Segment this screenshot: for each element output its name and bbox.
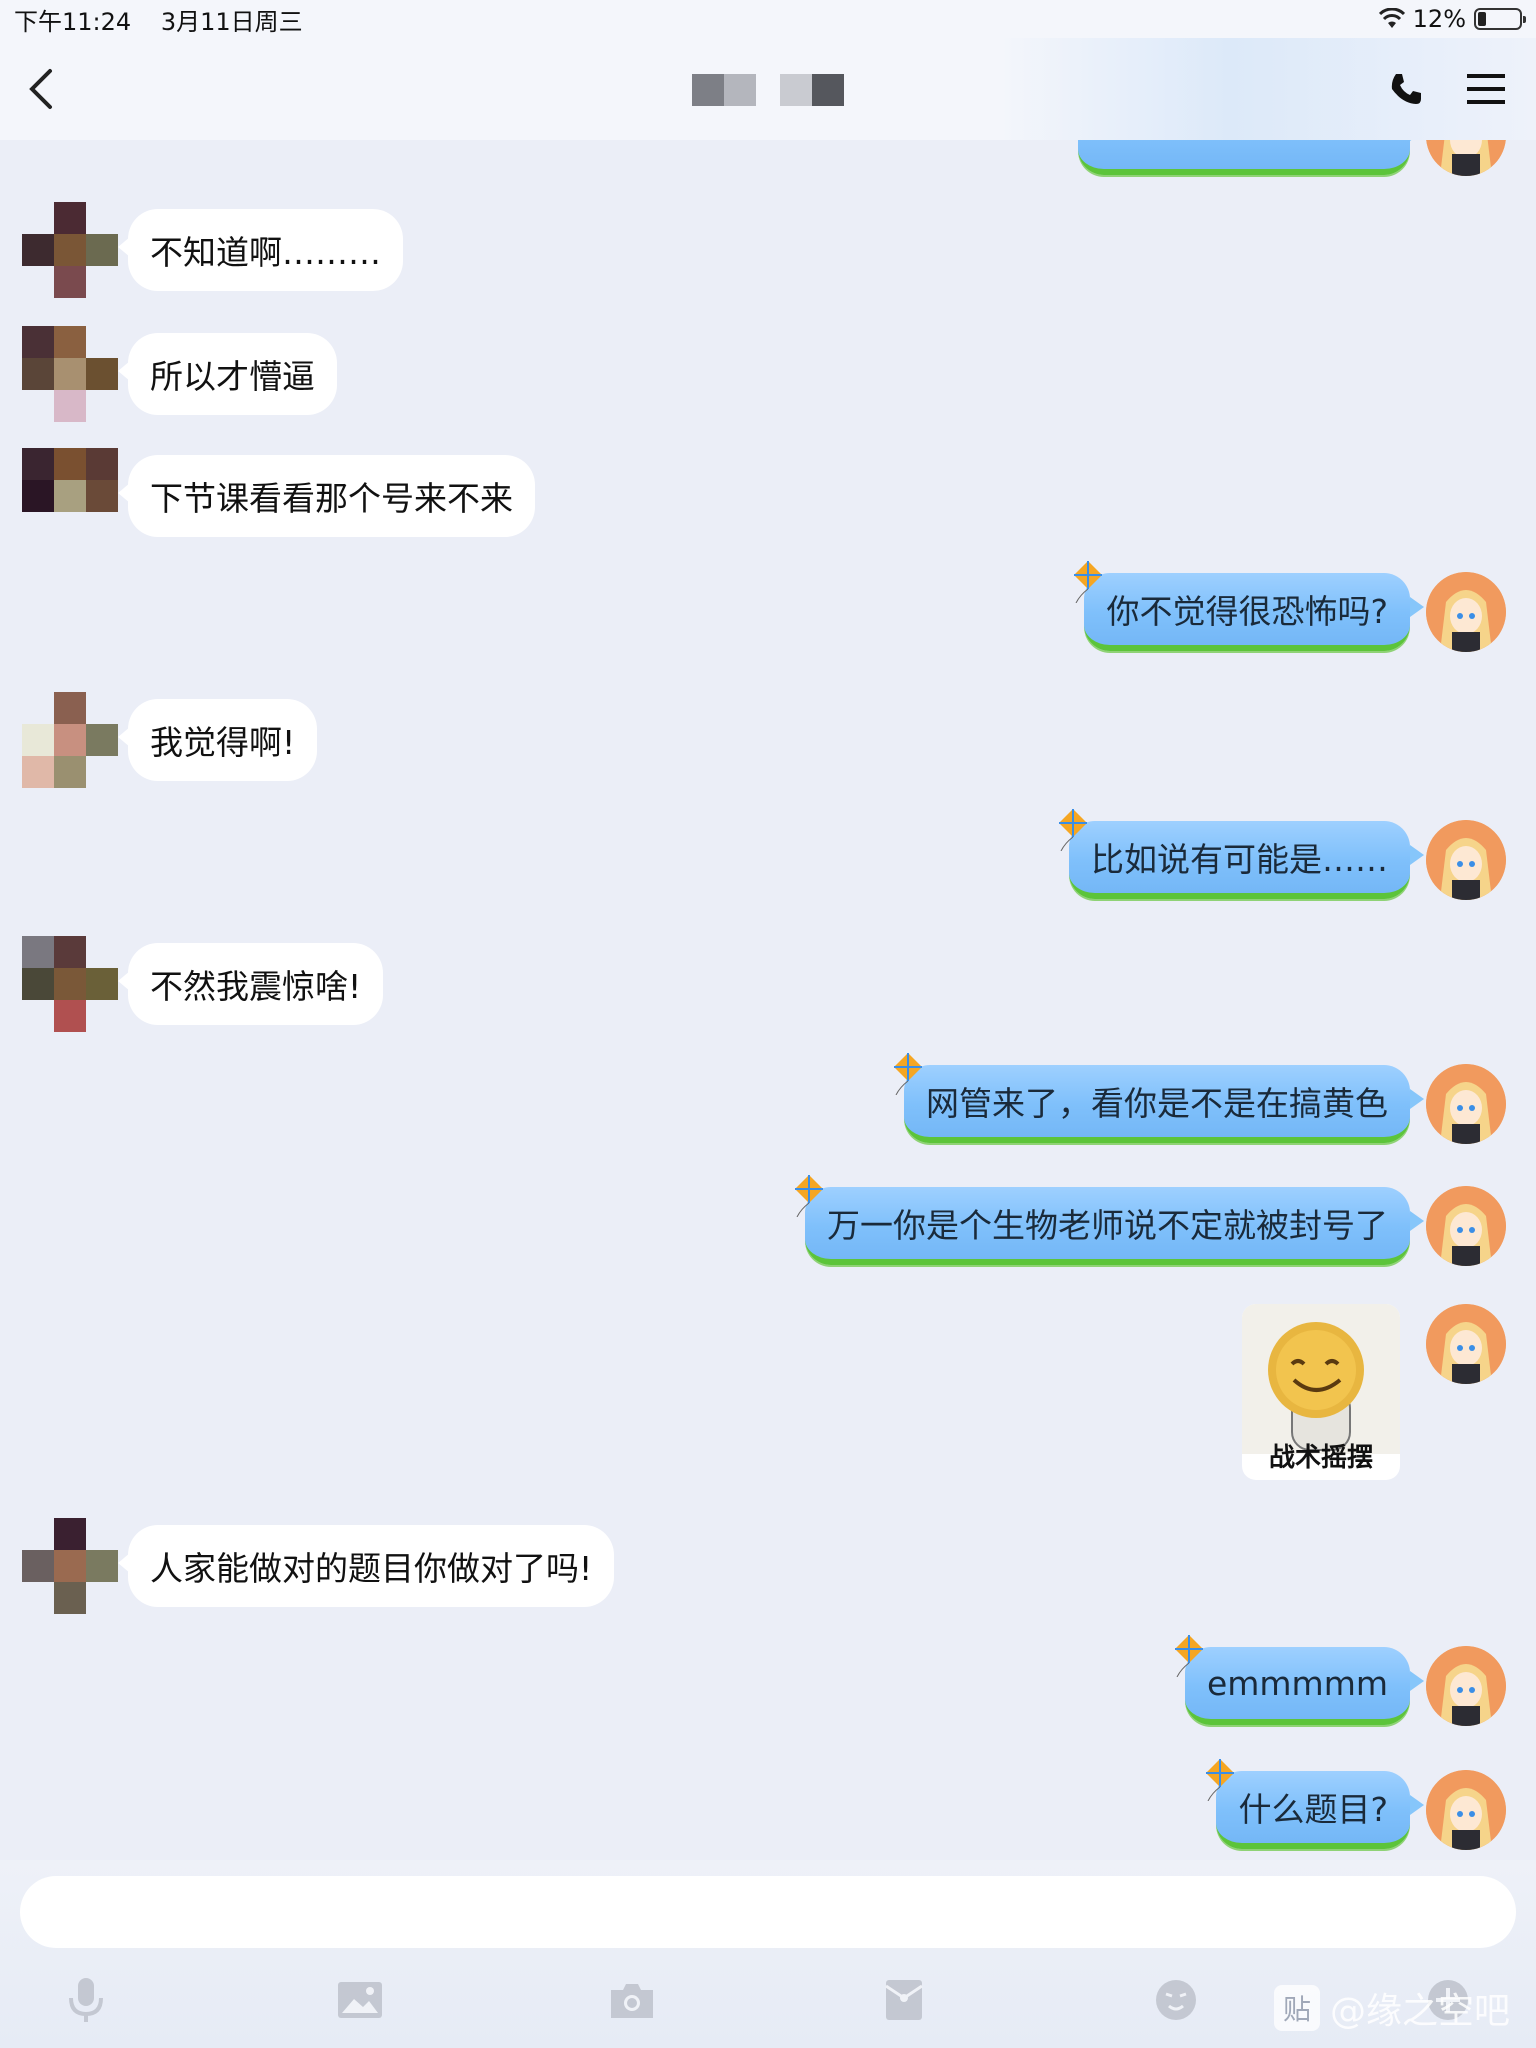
avatar[interactable]	[1426, 572, 1506, 652]
image-button[interactable]	[330, 1970, 390, 2030]
message-bubble[interactable]: 万一你是个生物老师说不定就被封号了	[795, 1175, 1424, 1265]
message-row: 下节课看看那个号来不来	[22, 448, 535, 544]
status-time: 下午11:24	[14, 7, 132, 36]
message-bubble[interactable]: 所以才懵逼	[118, 333, 337, 415]
kite-icon	[1074, 561, 1103, 603]
redacted-block	[692, 74, 756, 106]
kite-icon	[795, 1175, 823, 1217]
message-bubble[interactable]: 比如说有可能是……	[1059, 809, 1424, 899]
avatar[interactable]	[1426, 1770, 1506, 1850]
menu-button[interactable]	[1464, 67, 1508, 111]
message-text: 不知道啊………	[150, 233, 381, 272]
message-text: 不然我震惊啥!	[150, 967, 362, 1006]
message-row: 你不觉得很恐怖吗?	[1074, 561, 1506, 652]
chat-title-redacted	[692, 74, 844, 106]
camera-button[interactable]	[602, 1970, 662, 2030]
message-row: 人家能做对的题目你做对了吗!	[22, 1518, 615, 1614]
message-row: 所以才懵逼	[22, 326, 337, 422]
avatar[interactable]	[22, 448, 118, 544]
message-row: 什么题目?	[1206, 1759, 1506, 1850]
avatar[interactable]	[22, 202, 118, 298]
menu-icon	[1467, 74, 1505, 104]
red-packet-icon	[885, 1980, 923, 2020]
message-text: 人家能做对的题目你做对了吗!	[150, 1549, 593, 1588]
watermark-badge: 贴	[1273, 1985, 1320, 2031]
message-text: 比如说有可能是……	[1091, 840, 1388, 879]
message-bubble[interactable]: 你不觉得很恐怖吗?	[1074, 561, 1424, 651]
message-bubble[interactable]: 不然我震惊啥!	[117, 943, 384, 1025]
kite-icon	[894, 1053, 922, 1095]
status-right: 12%	[1378, 5, 1526, 33]
image-icon	[338, 1982, 382, 2018]
phone-button[interactable]	[1384, 67, 1428, 111]
message-bubble[interactable]: 我觉得啊!	[117, 699, 318, 781]
watermark: 贴 @缘之空吧	[1273, 1982, 1510, 2034]
wifi-icon	[1378, 8, 1405, 28]
input-area: 贴 @缘之空吧	[0, 1860, 1536, 2048]
chat-header	[0, 38, 1536, 140]
message-bubble[interactable]: emmmmm	[1174, 1635, 1425, 1725]
status-left: 下午11:24 3月11日周三	[14, 2, 325, 37]
back-button[interactable]	[28, 64, 68, 114]
message-text: emmmmm	[1206, 1663, 1388, 1703]
avatar[interactable]	[22, 936, 118, 1032]
kite-icon	[1206, 1759, 1235, 1801]
avatar[interactable]	[22, 1518, 118, 1614]
avatar[interactable]	[1426, 1304, 1506, 1384]
red-packet-button[interactable]	[874, 1970, 934, 2030]
emoji-icon	[1156, 1980, 1196, 2020]
message-bubble[interactable]: 不知道啊………	[118, 209, 403, 291]
microphone-button[interactable]	[56, 1970, 116, 2030]
sticker-caption: 战术摇摆	[1268, 1443, 1373, 1473]
message-row: 战术摇摆	[1242, 1304, 1506, 1480]
chevron-left-icon	[29, 69, 52, 109]
emoji-button[interactable]	[1146, 1970, 1206, 2030]
watermark-text: @缘之空吧	[1329, 1991, 1510, 2032]
message-bubble[interactable]: 人家能做对的题目你做对了吗!	[117, 1525, 615, 1607]
message-text: 所以才懵逼	[150, 357, 315, 396]
smiley-sticker-image	[1242, 1304, 1400, 1454]
message-text: 我觉得啊!	[150, 723, 296, 762]
avatar[interactable]	[22, 692, 118, 788]
avatar[interactable]	[22, 326, 118, 422]
message-text: 万一你是个生物老师说不定就被封号了	[827, 1206, 1388, 1245]
kite-icon	[1174, 1635, 1203, 1677]
phone-icon	[1391, 74, 1421, 104]
message-bubble[interactable]: 下节课看看那个号来不来	[118, 455, 535, 537]
avatar[interactable]	[1426, 820, 1506, 900]
message-row: 网管来了，看你是不是在搞黄色	[894, 1053, 1506, 1144]
message-row: emmmmm	[1174, 1635, 1506, 1726]
message-bubble[interactable]: 网管来了，看你是不是在搞黄色	[894, 1053, 1424, 1143]
message-text: 什么题目?	[1238, 1790, 1388, 1829]
message-row: 万一你是个生物老师说不定就被封号了	[795, 1175, 1506, 1266]
avatar[interactable]	[1426, 1186, 1506, 1266]
message-list[interactable]: … 不知道啊……… 所以才懵逼	[0, 0, 1536, 1860]
message-bubble[interactable]: 什么题目?	[1206, 1759, 1424, 1849]
message-text: 网管来了，看你是不是在搞黄色	[926, 1084, 1388, 1123]
kite-icon	[1059, 809, 1087, 851]
message-row: 不然我震惊啥!	[22, 936, 384, 1032]
status-bar: 下午11:24 3月11日周三 12%	[0, 0, 1536, 38]
battery-percent: 12%	[1412, 5, 1466, 33]
status-date: 3月11日周三	[160, 7, 303, 36]
camera-icon	[611, 1984, 653, 2018]
header-actions	[1384, 67, 1508, 111]
message-input[interactable]	[20, 1876, 1516, 1948]
microphone-icon	[69, 1978, 103, 2022]
avatar[interactable]	[1426, 1064, 1506, 1144]
sticker[interactable]: 战术摇摆	[1242, 1304, 1400, 1480]
message-row: 比如说有可能是……	[1059, 809, 1506, 900]
message-row: 我觉得啊!	[22, 692, 318, 788]
avatar[interactable]	[1426, 1646, 1506, 1726]
battery-icon	[1474, 8, 1526, 30]
message-text: 下节课看看那个号来不来	[150, 479, 513, 518]
message-text: 你不觉得很恐怖吗?	[1106, 592, 1388, 631]
message-row: 不知道啊………	[22, 202, 403, 298]
redacted-block	[780, 74, 844, 106]
